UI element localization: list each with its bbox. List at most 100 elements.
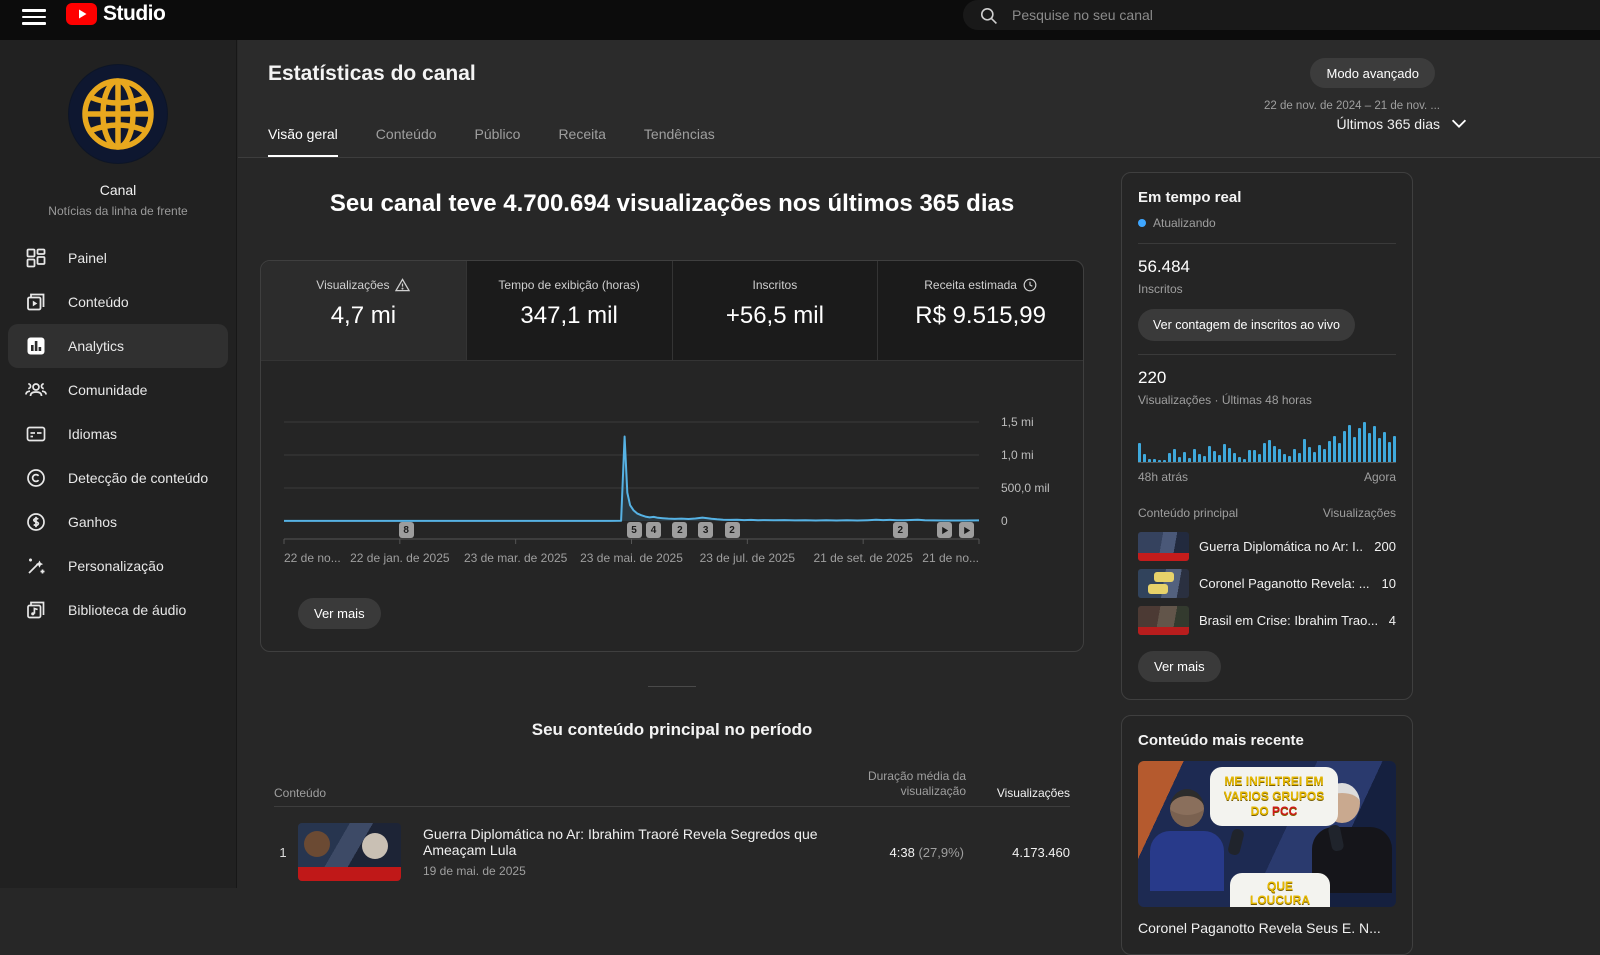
sidebar-item-label: Biblioteca de áudio: [68, 602, 186, 618]
realtime-bar: [1268, 440, 1271, 462]
realtime-bar-chart[interactable]: [1138, 421, 1396, 463]
realtime-bar: [1308, 447, 1311, 462]
list-header-views: Visualizações: [1323, 506, 1396, 520]
metric-card-receita-estimada[interactable]: Receita estimada R$ 9.515,99: [877, 261, 1083, 360]
youtube-play-icon: [66, 3, 97, 25]
marker-play-icon[interactable]: [937, 522, 952, 538]
video-title: Brasil em Crise: Ibrahim Trao...: [1199, 613, 1379, 628]
section-divider: [648, 686, 696, 687]
metric-card-tempo-de-exibicao-horas[interactable]: Tempo de exibição (horas) 347,1 mil: [466, 261, 672, 360]
advanced-mode-button[interactable]: Modo avançado: [1310, 58, 1435, 88]
axis-left-label: 48h atrás: [1138, 470, 1188, 484]
sidebar-item-ganhos[interactable]: Ganhos: [0, 500, 236, 544]
realtime-bar: [1258, 454, 1261, 462]
chart-body: 1,5 mi1,0 mi500,0 mil0 8542322 22 de no.…: [261, 361, 1083, 651]
sidebar-item-deteccao-de-conteudo[interactable]: Detecção de conteúdo: [0, 456, 236, 500]
top-content-row[interactable]: 1 Guerra Diplomática no Ar: Ibrahim Trao…: [268, 814, 1070, 890]
realtime-bar: [1338, 443, 1341, 462]
marker-play-icon[interactable]: [959, 522, 974, 538]
realtime-bar: [1183, 452, 1186, 463]
recent-video-thumbnail[interactable]: ME INFILTREI EM VARIOS GRUPOS DO PCC QUE…: [1138, 761, 1396, 907]
tab-visao-geral[interactable]: Visão geral: [268, 126, 338, 157]
sidebar-item-conteudo[interactable]: Conteúdo: [0, 280, 236, 324]
chevron-down-icon[interactable]: [1448, 112, 1470, 134]
live-subscriber-count-button[interactable]: Ver contagem de inscritos ao vivo: [1138, 309, 1355, 341]
realtime-bar: [1373, 426, 1376, 462]
realtime-content-row[interactable]: Guerra Diplomática no Ar: I... 200: [1138, 532, 1396, 561]
sidebar-item-label: Analytics: [68, 338, 124, 354]
realtime-bar: [1178, 457, 1181, 462]
channel-subtitle: Notícias da linha de frente: [0, 204, 236, 218]
video-publish-marker[interactable]: 2: [725, 522, 740, 538]
youtube-studio-logo[interactable]: Studio: [66, 2, 165, 26]
sidebar-item-analytics[interactable]: Analytics: [8, 324, 228, 368]
sidebar-item-idiomas[interactable]: Idiomas: [0, 412, 236, 456]
realtime-bar: [1273, 446, 1276, 462]
realtime-bar: [1138, 443, 1141, 462]
realtime-bar: [1348, 425, 1351, 462]
metric-label: Inscritos: [753, 278, 798, 292]
realtime-bar: [1188, 458, 1191, 462]
sidebar-item-label: Ganhos: [68, 514, 117, 530]
sidebar-item-label: Comunidade: [68, 382, 147, 398]
video-title: Coronel Paganotto Revela: ...: [1199, 576, 1372, 591]
search-bar[interactable]: [963, 0, 1600, 30]
video-publish-marker[interactable]: 2: [893, 522, 908, 538]
warning-icon: [395, 278, 410, 292]
realtime-bar: [1213, 451, 1216, 462]
realtime-bar: [1218, 455, 1221, 462]
main-content: Estatísticas do canal Visão geral Conteúd…: [238, 40, 1600, 888]
video-publish-marker[interactable]: 8: [399, 522, 414, 538]
date-range-selector[interactable]: 22 de nov. de 2024 – 21 de nov. ... Últi…: [1264, 100, 1440, 132]
sidebar-item-personalizacao[interactable]: Personalização: [0, 544, 236, 588]
realtime-bar: [1363, 422, 1366, 462]
video-publish-marker[interactable]: 4: [646, 522, 661, 538]
video-thumbnail: [1138, 569, 1189, 598]
wand-icon: [24, 554, 48, 578]
realtime-bar: [1228, 448, 1231, 462]
metric-card-inscritos[interactable]: Inscritos +56,5 mil: [672, 261, 878, 360]
sidebar-item-comunidade[interactable]: Comunidade: [0, 368, 236, 412]
metric-card-visualizacoes[interactable]: Visualizações 4,7 mi: [261, 261, 466, 360]
realtime-bar: [1388, 442, 1391, 462]
realtime-bar: [1288, 456, 1291, 462]
realtime-card: Em tempo real Atualizando 56.484 Inscrit…: [1121, 172, 1413, 700]
video-publish-marker[interactable]: 2: [672, 522, 687, 538]
search-input[interactable]: [1012, 7, 1432, 23]
sidebar-item-painel[interactable]: Painel: [0, 236, 236, 280]
realtime-see-more-button[interactable]: Ver mais: [1138, 651, 1221, 682]
realtime-subscribers: 56.484: [1138, 257, 1396, 277]
video-publish-marker[interactable]: 3: [698, 522, 713, 538]
realtime-bar: [1248, 450, 1251, 462]
video-publish-marker[interactable]: 5: [627, 522, 642, 538]
x-tick-label: 21 de set. de 2025: [813, 551, 912, 565]
chart-see-more-button[interactable]: Ver mais: [298, 598, 381, 629]
page-title: Estatísticas do canal: [268, 62, 476, 86]
tab-conteudo[interactable]: Conteúdo: [376, 126, 437, 157]
hamburger-menu-icon[interactable]: [22, 5, 46, 27]
video-title: Guerra Diplomática no Ar: I...: [1199, 539, 1364, 554]
metric-value: 4,7 mi: [261, 302, 466, 330]
recent-content-title: Conteúdo mais recente: [1122, 716, 1412, 749]
channel-avatar[interactable]: [68, 64, 168, 164]
thumbnail-speech-bubble-2: QUE LOUCURA: [1230, 873, 1330, 907]
tab-publico[interactable]: Público: [475, 126, 521, 157]
column-views[interactable]: Visualizações: [997, 786, 1070, 800]
realtime-views: 220: [1138, 368, 1396, 388]
realtime-bar: [1238, 457, 1241, 462]
dashboard-icon: [24, 246, 48, 270]
sidebar-item-biblioteca-de-audio[interactable]: Biblioteca de áudio: [0, 588, 236, 632]
tab-tendencias[interactable]: Tendências: [644, 126, 715, 157]
realtime-bar: [1148, 459, 1151, 462]
realtime-content-row[interactable]: Brasil em Crise: Ibrahim Trao... 4: [1138, 606, 1396, 635]
microphone-icon: [1227, 828, 1245, 856]
realtime-content-row[interactable]: Coronel Paganotto Revela: ... 10: [1138, 569, 1396, 598]
realtime-bar: [1153, 459, 1156, 462]
tab-receita[interactable]: Receita: [558, 126, 605, 157]
realtime-bar: [1313, 452, 1316, 463]
metric-strip: Visualizações 4,7 miTempo de exibição (h…: [261, 261, 1083, 361]
top-content-title: Seu conteúdo principal no período: [260, 720, 1084, 740]
video-thumbnail: [298, 823, 401, 881]
axis-right-label: Agora: [1364, 470, 1396, 484]
realtime-bar: [1233, 453, 1236, 462]
